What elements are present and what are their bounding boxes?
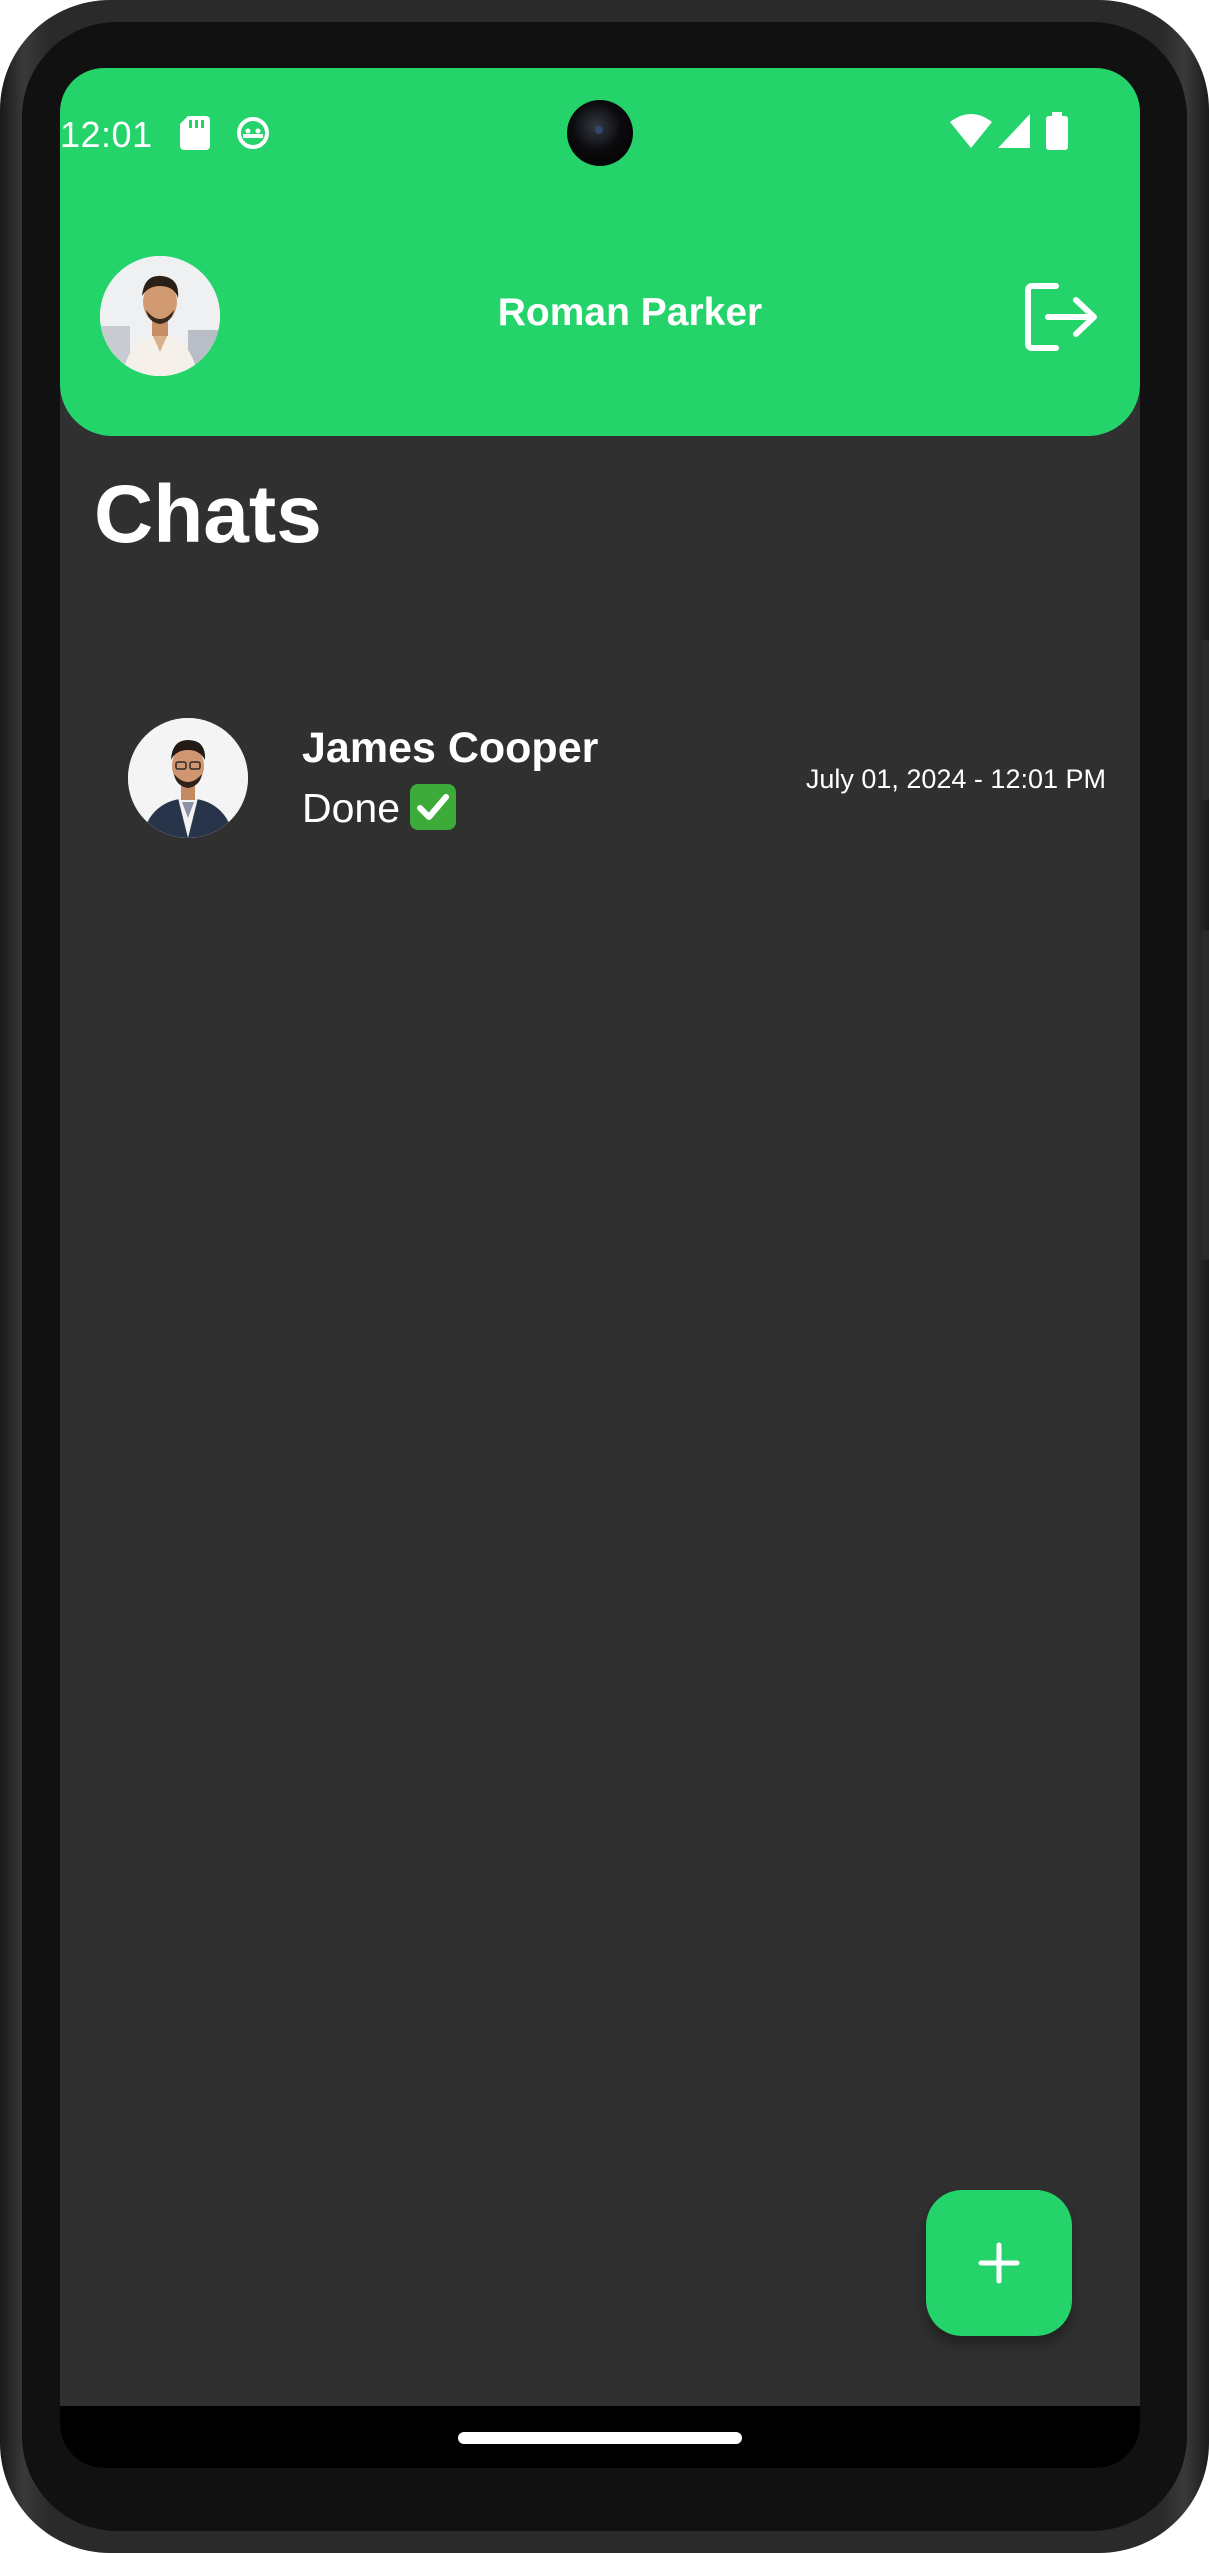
chat-last-message: Done (302, 784, 457, 832)
chat-avatar (128, 718, 248, 838)
wifi-icon (950, 114, 992, 153)
power-button (1201, 640, 1209, 800)
chat-contact-name: James Cooper (302, 724, 599, 772)
app-screen: 12:01 Roman Parker Chats James Cooper Do… (60, 68, 1140, 2468)
profile-photo (100, 256, 220, 376)
signal-icon (998, 114, 1030, 153)
front-camera (567, 100, 633, 166)
contact-photo (128, 718, 248, 838)
status-time: 12:01 (60, 114, 153, 155)
chat-list-item[interactable]: James Cooper Done July 01, 2024 - 12:01 … (94, 638, 1106, 848)
page-title: Chats (94, 469, 322, 560)
header-title: Roman Parker (497, 291, 763, 334)
logout-icon (1025, 283, 1097, 351)
chat-last-message-text: Done (302, 785, 401, 831)
new-chat-button[interactable] (926, 2190, 1072, 2336)
home-indicator[interactable] (458, 2432, 742, 2444)
logout-button[interactable] (1022, 278, 1100, 356)
app-header: 12:01 Roman Parker (60, 68, 1140, 436)
battery-icon (1046, 112, 1068, 155)
sd-card-icon (180, 116, 210, 155)
status-bar: 12:01 (60, 68, 1140, 198)
profile-avatar[interactable] (100, 256, 220, 376)
android-debug-icon (236, 116, 270, 155)
plus-icon (978, 2242, 1020, 2284)
volume-button (1201, 930, 1209, 1260)
phone-frame: 12:01 Roman Parker Chats James Cooper Do… (0, 0, 1209, 2553)
check-mark-emoji-icon (410, 784, 457, 830)
chat-timestamp: July 01, 2024 - 12:01 PM (805, 764, 1106, 794)
